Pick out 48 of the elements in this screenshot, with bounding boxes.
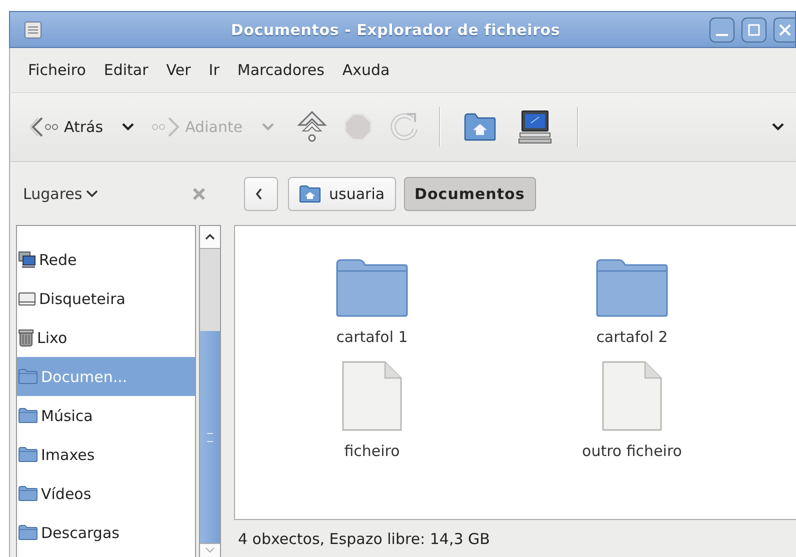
menu-item[interactable]: Ficheiro (28, 61, 86, 79)
forward-arrow-icon (151, 115, 182, 139)
scrollbar[interactable] (199, 225, 221, 557)
caret-icon (86, 189, 98, 198)
path-button[interactable]: usuaria (288, 176, 396, 210)
menu-item[interactable]: Marcadores (237, 61, 324, 79)
window-title: Documentos - Explorador de ficheiros (230, 20, 562, 38)
back-arrow-icon (30, 115, 60, 139)
menu-item[interactable]: Ir (208, 61, 220, 79)
path-button[interactable]: Documentos (404, 176, 536, 210)
home-folder-icon (299, 184, 321, 202)
menu-item[interactable]: Ver (166, 61, 191, 79)
menu-item[interactable]: Axuda (342, 61, 390, 79)
scroll-up-icon[interactable] (205, 234, 215, 240)
up-arrow-icon[interactable] (296, 110, 327, 144)
folder-icon (18, 446, 38, 463)
status-text: 4 obxectos, Espazo libre: 14,3 GB (238, 530, 490, 548)
sidebar-item[interactable]: Descargas (17, 513, 195, 552)
sidebar-item[interactable]: Lixo (17, 318, 195, 357)
file-name[interactable]: ficheiro (344, 442, 400, 460)
drive-icon (18, 290, 36, 306)
file-icon (601, 360, 663, 432)
file-name[interactable]: cartafol 1 (336, 328, 408, 346)
maximize-icon[interactable] (741, 16, 767, 42)
back-button[interactable]: Atrás (30, 115, 104, 139)
folder-icon (18, 368, 38, 385)
minimize-icon[interactable] (709, 16, 735, 42)
sidebar-item[interactable]: Disqueteira (17, 279, 195, 318)
home-folder-icon[interactable] (462, 112, 497, 142)
caret-icon[interactable] (121, 122, 136, 132)
places-dropdown[interactable]: Lugares (23, 184, 98, 202)
file-name[interactable]: cartafol 2 (596, 328, 668, 346)
sidebar-item[interactable]: Imaxes (17, 435, 195, 474)
chevron-left-icon (255, 188, 263, 200)
file-icon (341, 360, 403, 432)
folder-icon (18, 524, 38, 541)
file-name[interactable]: outro ficheiro (582, 442, 682, 460)
network-icon (18, 250, 36, 268)
sidebar-item[interactable]: Música (17, 396, 195, 435)
sidebar-item[interactable]: Rede (17, 240, 195, 279)
menu-item[interactable]: Editar (104, 61, 148, 79)
caret-icon[interactable] (770, 122, 785, 132)
computer-icon[interactable] (516, 109, 553, 145)
folder-icon (18, 407, 38, 424)
close-icon[interactable] (773, 16, 795, 42)
sidebar-item[interactable]: Vídeos (17, 474, 195, 513)
folder-icon (18, 485, 38, 502)
window-menu-icon[interactable] (24, 20, 42, 38)
